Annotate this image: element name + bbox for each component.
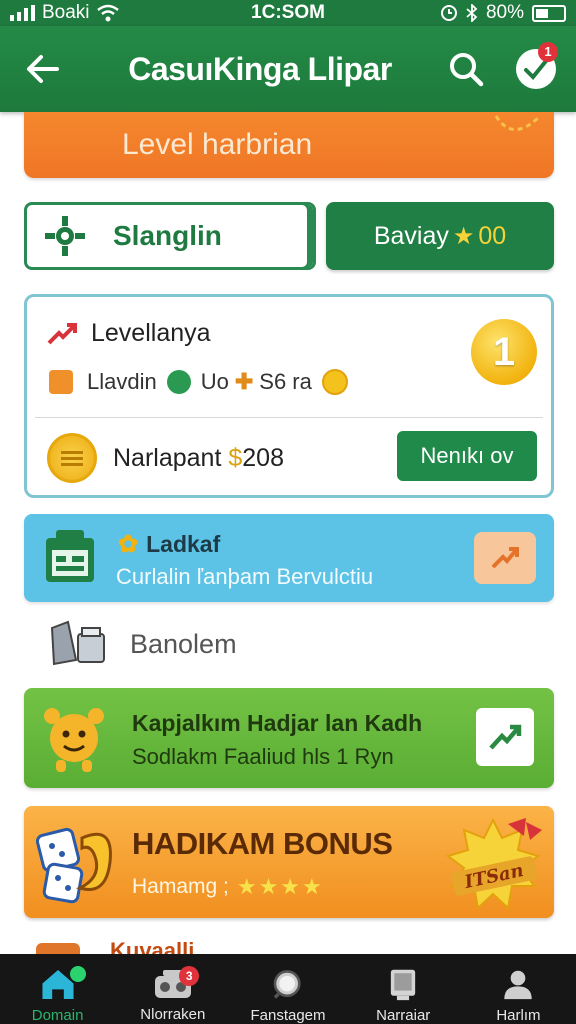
signal-icon [10,5,35,21]
profile-icon [504,970,533,1000]
bonus-title: HADIKAM BONUS [132,826,393,861]
search-icon [450,53,484,87]
search-button[interactable] [436,26,496,112]
badge-icon [166,370,191,394]
mascot-icon [44,708,104,772]
level-card-meta-b: Uo [200,369,229,394]
active-dot [70,966,86,982]
nav-label-domain: Domain [31,1007,84,1024]
back-button[interactable] [0,26,84,112]
bluetooth-icon [466,4,478,22]
section-banolem: Banolem [46,620,237,668]
level-action-button[interactable]: Nenıkı ov [397,431,537,481]
calendar-icon [46,530,94,582]
points-prefix: $ [228,443,243,472]
nav-item-nlorraken[interactable]: 3 Nlorraken [115,954,230,1024]
nav-item-domain[interactable]: Domain [0,954,115,1024]
level-card: Levellanya Llavdin Uo ✚ S6 ra 1 Narlapan… [24,294,554,498]
tab-baviay[interactable]: Baviay ★ 00 [326,202,554,270]
trend-arrow-icon [47,322,77,344]
section-banolem-title: Banolem [130,628,237,659]
ladkaf-open-button[interactable] [474,532,536,584]
nav-item-harlim[interactable]: Harlım [461,954,576,1024]
kapjalkim-subtitle: Sodlakm Faaliud hls 1 Ryn [132,744,394,769]
trend-up-icon [491,547,519,569]
points-value: 208 [242,443,284,472]
bonus-card[interactable]: HADIKAM BONUS Hamamg ; ★★★★ ITSan [24,806,554,918]
coin-icon [321,369,348,395]
points-label: Narlapant [113,443,222,472]
kapjalkim-card[interactable]: Kapjalkım Hadjar lan Kadh Sodlakm Faaliu… [24,688,554,788]
level-card-meta-a: Llavdin [87,369,157,394]
ladkaf-card[interactable]: ✿ Ladkaf Curlalin ľanþam Bervulctiu [24,514,554,602]
app-bar: CasuıKinga Llipar 1 [0,26,576,112]
nav-label-fanstagem: Fanstagem [250,1007,326,1024]
bottom-nav: Domain 3 Nlorraken Fanstagem Narraiar Ha… [0,954,576,1024]
level-card-title: Levellanya [91,319,211,347]
nav-badge: 3 [179,966,200,986]
coin-stack-icon [47,433,97,483]
battery-icon [532,4,566,22]
battery-percent: 80% [485,2,524,23]
gear-icon [45,216,85,256]
star-icon: ★ [452,222,475,250]
nav-label-harlim: Harlım [496,1007,541,1024]
storage-icon [50,620,105,666]
lucky-dice-icon [36,827,112,904]
level-card-meta-c: S6 ra [259,369,312,394]
status-time: 1C:SOM [251,2,325,23]
notifications-button[interactable]: 1 [496,26,576,112]
carrier-name: Boaki [42,2,90,23]
screen: Boaki 1C:SOM 80% CasuıKinga Llipar 1 Lev… [0,0,576,1024]
trend-up-icon [489,724,522,750]
bonus-subtitle: Hamamg ; [132,875,229,898]
ladkaf-title: Ladkaf [146,531,221,557]
tab-slanglin-label: Slanglin [113,220,222,251]
level-banner-text: Level harbrian [122,128,313,161]
page-title: CasuıKinga Llipar [128,50,392,87]
status-bar: Boaki 1C:SOM 80% [0,0,576,26]
notification-badge: 1 [538,42,558,62]
tab-baviay-label: Baviay [373,221,449,250]
key-icon: ✿ [118,531,139,558]
sparkle-icon [494,115,540,131]
tablet-icon [391,969,416,1001]
plus-icon: ✚ [234,369,254,394]
nav-label-narraiar: Narraiar [376,1007,431,1024]
kapjalkim-action-button[interactable] [476,708,534,766]
tab-baviay-value: 00 [478,221,507,250]
tab-slanglin[interactable]: Slanglin [24,202,316,270]
level-coin: 1 [471,319,537,385]
bonus-badge-icon: ITSan [445,817,542,910]
ladkaf-subtitle: Curlalin ľanþam Bervulctiu [116,564,374,589]
divider [35,417,543,418]
bag-icon [49,370,73,394]
nav-item-fanstagem[interactable]: Fanstagem [230,954,345,1024]
rating-stars: ★★★★ [236,874,324,899]
points-line: Narlapant $208 [113,444,284,473]
level-banner[interactable]: Level harbrian [24,112,554,178]
kapjalkim-title: Kapjalkım Hadjar lan Kadh [132,710,423,736]
nav-label-nlorraken: Nlorraken [140,1006,206,1023]
nav-item-narraiar[interactable]: Narraiar [346,954,461,1024]
search-icon [273,970,301,999]
arrow-left-icon [27,55,59,83]
wifi-icon [96,4,119,22]
alarm-icon [440,5,457,21]
